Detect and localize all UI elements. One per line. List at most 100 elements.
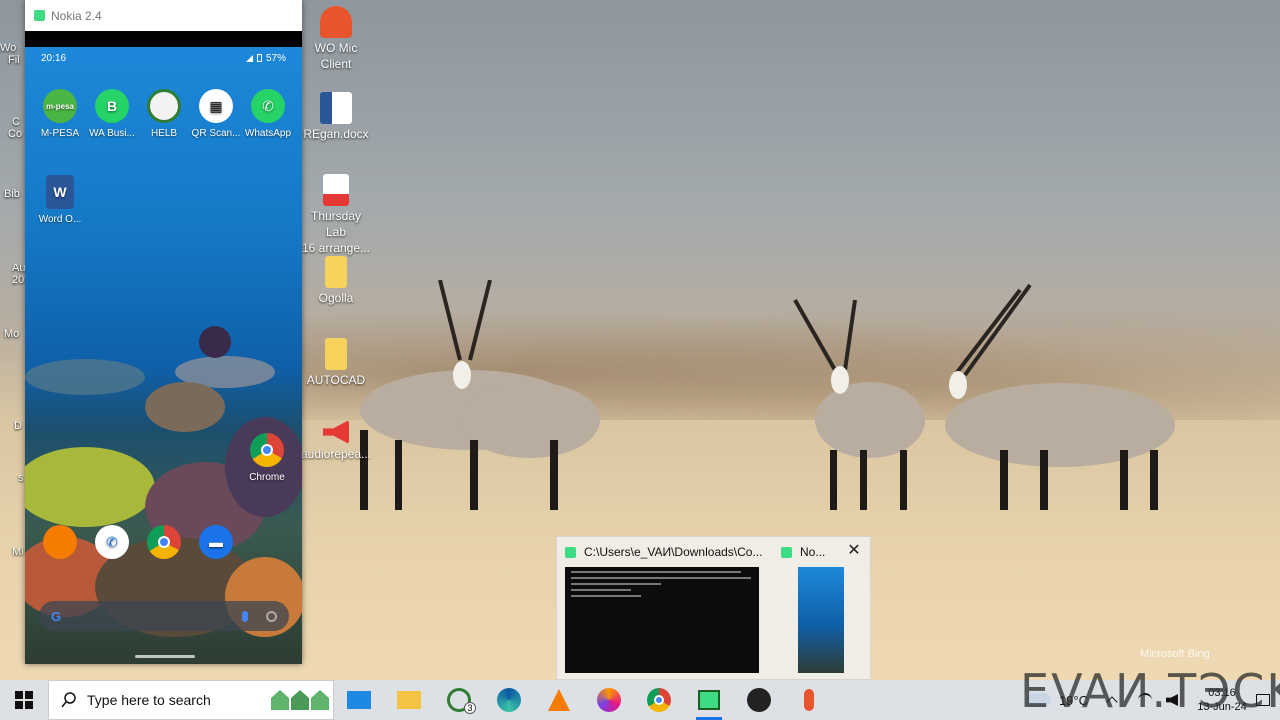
- phone-app-wa-business[interactable]: B WA Busi...: [86, 89, 138, 139]
- edge-label: Wo: [0, 42, 17, 54]
- taskbar-wo-mic[interactable]: [784, 680, 834, 720]
- phone-icon: ✆: [95, 525, 129, 559]
- edge-label: Mo: [4, 328, 20, 340]
- taskbar-vlc[interactable]: [534, 680, 584, 720]
- windows-logo-icon: [15, 691, 33, 709]
- left-edge-icons: Wo Fil C Co Bib Au 20 Mo D s Mi: [0, 40, 25, 558]
- phone-app-row: W Word O...: [34, 175, 86, 225]
- taskbar-obs[interactable]: [734, 680, 784, 720]
- phone-dock-messages[interactable]: ▬: [190, 525, 242, 564]
- folder-icon: [325, 338, 347, 370]
- phone-window-thumbnail[interactable]: [798, 567, 844, 673]
- notification-badge: 3: [464, 702, 476, 714]
- microphone-icon: [804, 689, 814, 711]
- desktop-icon-autocad[interactable]: AUTOCAD: [300, 338, 372, 388]
- desktop-icon-label: WO Mic Client: [314, 41, 358, 71]
- desktop-icon-label: Ogolla: [318, 291, 354, 305]
- start-button[interactable]: [0, 680, 48, 720]
- phone-status-time: 20:16: [41, 52, 67, 64]
- pdf-file-icon: [323, 174, 349, 206]
- phone-app-label: Chrome: [249, 472, 285, 483]
- preview-window-title: C:\Users\e_VAИ\Downloads\Co...: [584, 545, 763, 559]
- whatsapp-business-icon: B: [95, 89, 129, 123]
- taskbar-thumbnail-preview[interactable]: C:\Users\e_VAИ\Downloads\Co... No... ✕: [556, 536, 871, 680]
- desktop-icon-regan-docx[interactable]: REgan.docx: [300, 92, 372, 142]
- folder-icon: [325, 256, 347, 288]
- mic-icon[interactable]: [242, 610, 248, 622]
- taskbar-file-explorer[interactable]: [384, 680, 434, 720]
- preview-title-cmd[interactable]: C:\Users\e_VAИ\Downloads\Co...: [565, 544, 765, 560]
- phone-app-chrome[interactable]: Chrome: [241, 433, 293, 483]
- preview-window-title: No...: [800, 545, 826, 559]
- mail-icon: [347, 691, 371, 709]
- desktop-icon-thursday-lab[interactable]: Thursday Lab 16 arrange...: [300, 174, 372, 256]
- gesture-bar[interactable]: [135, 655, 195, 658]
- firefox-icon: [597, 688, 621, 712]
- scrcpy-app-icon: [781, 546, 792, 558]
- phone-app-label: M-PESA: [40, 128, 80, 139]
- edge-label: Co: [8, 128, 23, 140]
- scrcpy-app-icon: [565, 546, 576, 558]
- chrome-icon: [147, 525, 181, 559]
- taskbar-mail[interactable]: [334, 680, 384, 720]
- scrcpy-app-icon: [698, 690, 720, 710]
- messages-icon: ▬: [199, 525, 233, 559]
- lens-icon[interactable]: [266, 610, 277, 622]
- close-icon[interactable]: ✕: [844, 541, 864, 561]
- preview-title-phone[interactable]: No...: [781, 544, 841, 560]
- phone-app-qr-scanner[interactable]: ▦ QR Scan...: [190, 89, 242, 139]
- signal-icon: [245, 54, 253, 62]
- channel-brand-watermark: EVAИ.TЭCK: [1020, 664, 1280, 718]
- phone-app-helb[interactable]: HELB: [138, 89, 190, 139]
- phone-dock: ✆ ▬: [34, 525, 242, 564]
- bing-watermark: Microsoft Bing: [1140, 648, 1210, 660]
- scrcpy-app-icon: [34, 10, 45, 21]
- desktop-icon-audiorepeat[interactable]: audiorepea...: [300, 420, 372, 462]
- phone-mirror-window[interactable]: Nokia 2.4 20:16 57% m-pesa M-PESA B WA B…: [25, 0, 302, 664]
- audio-file-icon: [323, 420, 349, 444]
- phone-window-titlebar[interactable]: Nokia 2.4: [25, 0, 302, 31]
- taskbar-chrome[interactable]: [634, 680, 684, 720]
- taskbar-firefox[interactable]: [584, 680, 634, 720]
- oryx-herd-image: [360, 280, 1175, 510]
- edge-label: Au: [12, 262, 26, 274]
- taskbar-search-box[interactable]: Type here to search: [48, 680, 334, 720]
- phone-status-bar: 20:16 57%: [25, 47, 302, 69]
- desktop-icon-wo-mic[interactable]: WO Mic Client: [300, 6, 372, 72]
- cmd-window-thumbnail[interactable]: [565, 567, 759, 673]
- desktop-icon-ogolla[interactable]: Ogolla: [300, 256, 372, 306]
- desktop-icon-label: AUTOCAD: [306, 373, 366, 387]
- phone-dock-chrome[interactable]: [138, 525, 190, 564]
- phone-dock-vlc[interactable]: [34, 525, 86, 564]
- taskbar-edge[interactable]: [484, 680, 534, 720]
- google-search-bar[interactable]: G: [39, 601, 289, 631]
- word-document-icon: W: [46, 175, 74, 209]
- phone-screen[interactable]: 20:16 57% m-pesa M-PESA B WA Busi... HEL…: [25, 47, 302, 664]
- search-icon: [61, 692, 76, 708]
- phone-app-mpesa[interactable]: m-pesa M-PESA: [34, 89, 86, 139]
- google-g-icon: G: [51, 608, 62, 624]
- battery-icon: [256, 54, 262, 62]
- desktop-icon-label: Thursday Lab 16 arrange...: [301, 209, 371, 255]
- phone-app-word-doc[interactable]: W Word O...: [34, 175, 86, 225]
- search-placeholder: Type here to search: [87, 692, 211, 708]
- edge-label: Bib: [4, 188, 20, 200]
- search-highlight-illustration: [269, 690, 329, 710]
- word-file-icon: [320, 92, 352, 124]
- edge-icon: [497, 688, 521, 712]
- taskbar-whatsapp[interactable]: 3: [434, 680, 484, 720]
- edge-label: s: [18, 472, 24, 484]
- folder-icon: [397, 691, 421, 709]
- obs-icon: [747, 688, 771, 712]
- phone-app-whatsapp[interactable]: ✆ WhatsApp: [242, 89, 294, 139]
- chrome-icon: [250, 433, 284, 467]
- phone-app-label: WA Busi...: [89, 128, 135, 139]
- desktop-icon-label: REgan.docx: [303, 127, 369, 141]
- phone-app-label: WhatsApp: [244, 128, 292, 139]
- phone-dock-phone[interactable]: ✆: [86, 525, 138, 564]
- edge-label: Mi: [12, 546, 24, 558]
- taskbar-scrcpy[interactable]: [684, 680, 734, 720]
- vlc-icon: [548, 689, 570, 711]
- mpesa-icon: m-pesa: [43, 89, 77, 123]
- phone-app-label: HELB: [150, 128, 178, 139]
